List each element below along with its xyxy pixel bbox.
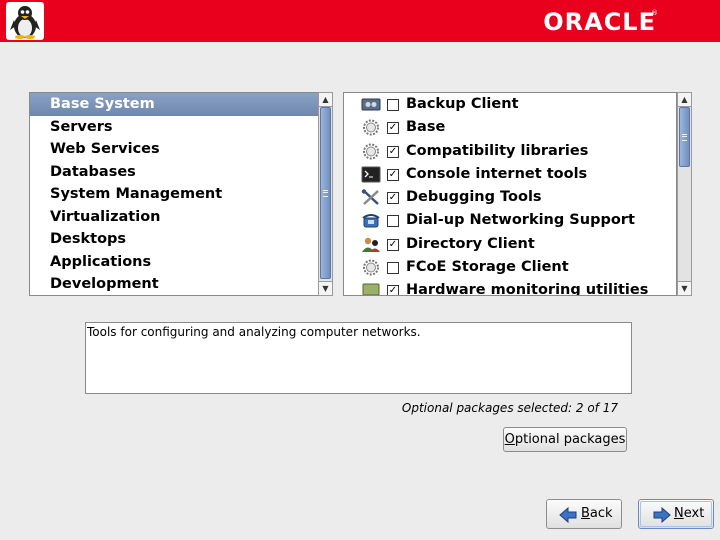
registered-mark: ® xyxy=(651,9,658,17)
category-item-development[interactable]: Development xyxy=(30,273,318,295)
group-item-debugging-tools[interactable]: ✓ Debugging Tools xyxy=(344,186,676,209)
group-checkbox[interactable]: ✓ xyxy=(387,168,399,181)
terminal-icon xyxy=(361,166,381,183)
package-group-list-scrollbar[interactable]: ▲ ▼ xyxy=(677,92,692,296)
group-checkbox[interactable]: ✓ xyxy=(387,192,399,205)
users-icon xyxy=(361,236,381,253)
group-item-fcoe-storage-client[interactable]: FCoE Storage Client xyxy=(344,256,676,279)
category-item-desktops[interactable]: Desktops xyxy=(30,228,318,251)
scroll-up-button[interactable]: ▲ xyxy=(319,93,332,107)
group-item-base[interactable]: ✓ Base xyxy=(344,116,676,139)
category-list[interactable]: Base System Servers Web Services Databas… xyxy=(29,92,319,296)
group-label: Hardware monitoring utilities xyxy=(406,282,649,296)
group-item-console-internet-tools[interactable]: ✓ Console internet tools xyxy=(344,163,676,186)
gear-icon xyxy=(361,143,381,160)
monitor-icon xyxy=(361,282,381,295)
back-label: Back xyxy=(581,506,613,521)
group-checkbox[interactable]: ✓ xyxy=(387,145,399,158)
back-arrow-icon xyxy=(559,506,577,524)
optional-packages-button[interactable]: Optional packages xyxy=(503,427,627,452)
group-checkbox[interactable]: ✓ xyxy=(387,285,399,295)
category-item-web-services[interactable]: Web Services xyxy=(30,138,318,161)
group-item-directory-client[interactable]: ✓ Directory Client xyxy=(344,233,676,256)
group-label: Console internet tools xyxy=(406,165,588,182)
category-list-scrollbar[interactable]: ▲ ▼ xyxy=(318,92,333,296)
group-label: Dial-up Networking Support xyxy=(406,212,635,229)
scroll-down-button[interactable]: ▼ xyxy=(319,281,332,295)
back-button[interactable]: Back xyxy=(546,499,622,529)
oracle-logo-text: ORACLE xyxy=(543,8,656,36)
group-item-hardware-monitoring-utilities[interactable]: ✓ Hardware monitoring utilities xyxy=(344,279,676,296)
gear-icon xyxy=(361,259,381,276)
group-item-dial-up-networking-support[interactable]: Dial-up Networking Support xyxy=(344,209,676,232)
category-item-servers[interactable]: Servers xyxy=(30,116,318,139)
gear-icon xyxy=(361,119,381,136)
tape-drive-icon xyxy=(361,96,381,113)
next-button[interactable]: Next xyxy=(638,499,714,529)
group-checkbox[interactable]: ✓ xyxy=(387,238,399,251)
scrollbar-thumb[interactable] xyxy=(679,107,690,167)
phone-icon xyxy=(361,212,381,229)
next-arrow-icon xyxy=(653,506,671,524)
group-label: Base xyxy=(406,119,446,136)
category-item-virtualization[interactable]: Virtualization xyxy=(30,206,318,229)
mnemonic-o: O xyxy=(504,432,515,447)
group-item-compatibility-libraries[interactable]: ✓ Compatibility libraries xyxy=(344,140,676,163)
scroll-down-button[interactable]: ▼ xyxy=(678,281,691,295)
optional-packages-count: Optional packages selected: 2 of 17 xyxy=(401,401,618,415)
group-checkbox[interactable] xyxy=(387,215,399,228)
group-label: Debugging Tools xyxy=(406,189,542,206)
group-checkbox[interactable]: ✓ xyxy=(387,122,399,135)
group-item-backup-client[interactable]: Backup Client xyxy=(344,93,676,116)
scroll-up-button[interactable]: ▲ xyxy=(678,93,691,107)
category-item-databases[interactable]: Databases xyxy=(30,161,318,184)
category-item-system-management[interactable]: System Management xyxy=(30,183,318,206)
next-label: Next xyxy=(674,506,705,521)
group-label: FCoE Storage Client xyxy=(406,259,569,276)
package-group-list[interactable]: Backup Client ✓ Base ✓ Compatibility lib… xyxy=(343,92,677,296)
group-label: Backup Client xyxy=(406,96,519,112)
optional-packages-label: ptional packages xyxy=(514,432,626,447)
group-description-text: Tools for configuring and analyzing comp… xyxy=(87,325,421,339)
scrollbar-thumb[interactable] xyxy=(320,107,331,279)
oracle-header-bar: ORACLE ® xyxy=(0,0,720,42)
group-checkbox[interactable] xyxy=(387,262,399,275)
group-checkbox[interactable] xyxy=(387,99,399,111)
tools-icon xyxy=(361,189,381,206)
group-label: Directory Client xyxy=(406,235,535,252)
category-item-applications[interactable]: Applications xyxy=(30,251,318,274)
category-item-base-system[interactable]: Base System xyxy=(30,93,318,116)
group-description-box: Tools for configuring and analyzing comp… xyxy=(85,322,632,394)
tux-penguin-icon xyxy=(6,2,44,40)
group-label: Compatibility libraries xyxy=(406,142,589,159)
